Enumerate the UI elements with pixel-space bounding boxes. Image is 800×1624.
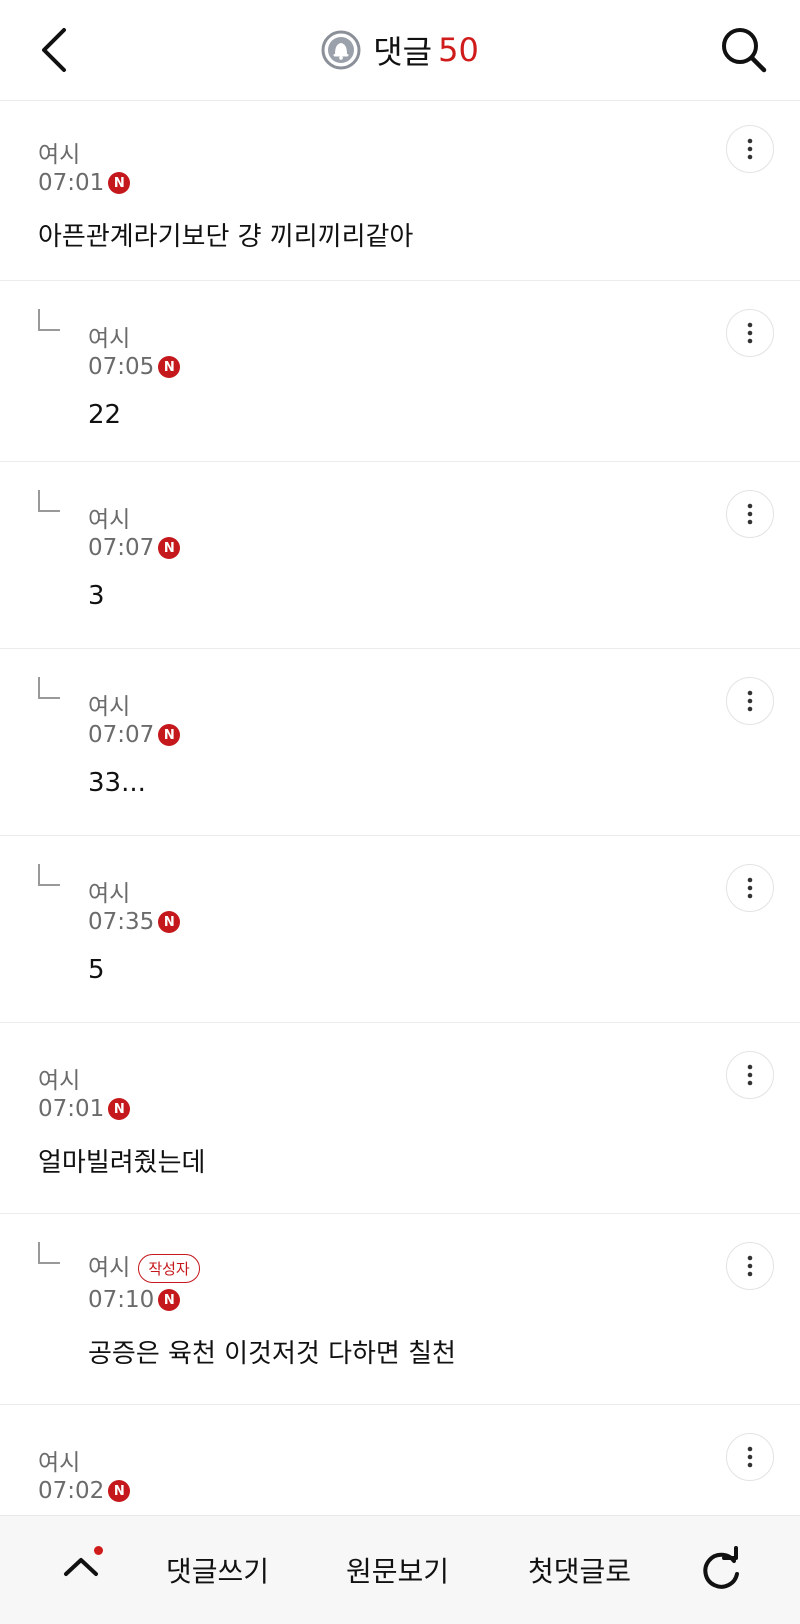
more-options-button[interactable] <box>726 1242 774 1290</box>
first-comment-button[interactable]: 첫댓글로 <box>528 1550 631 1590</box>
more-vertical-icon <box>747 690 753 712</box>
new-badge: N <box>158 537 181 559</box>
comment-time: 07:10 <box>88 1287 155 1313</box>
comment-item: 여시 07:01 N 아픈관계라기보단 걍 끼리끼리같아 <box>0 101 800 281</box>
more-vertical-icon <box>747 322 753 344</box>
reply-indicator-icon <box>38 309 60 331</box>
write-comment-button[interactable]: 댓글쓰기 <box>166 1550 269 1590</box>
notification-dot <box>94 1546 103 1555</box>
reply-item: 여시 작성자 07:10 N 공증은 육천 이것저것 다하면 칠천 <box>0 1214 800 1405</box>
comment-count: 50 <box>438 31 479 69</box>
comment-text: 33... <box>88 768 146 798</box>
bell-icon[interactable] <box>321 30 361 70</box>
comment-text: 아픈관계라기보단 걍 끼리끼리같아 <box>38 222 414 252</box>
comment-time-row: 07:35 N <box>88 909 181 935</box>
reply-indicator-icon <box>38 677 60 699</box>
reply-indicator-icon <box>38 1242 60 1264</box>
more-vertical-icon <box>747 1255 753 1277</box>
comment-time-row: 07:10 N <box>88 1287 181 1313</box>
comment-author: 여시 <box>88 881 131 907</box>
more-options-button[interactable] <box>726 125 774 173</box>
comment-text: 5 <box>88 955 105 985</box>
comment-time-row: 07:02 N <box>38 1478 131 1504</box>
reply-item: 여시 07:07 N 33... <box>0 649 800 836</box>
new-badge: N <box>158 724 181 746</box>
comment-text: 얼마빌려줬는데 <box>38 1148 206 1178</box>
view-original-button[interactable]: 원문보기 <box>346 1550 449 1590</box>
more-options-button[interactable] <box>726 864 774 912</box>
comment-item: 여시 07:02 N <box>0 1405 800 1525</box>
comment-author: 여시 <box>88 326 131 352</box>
reply-item: 여시 07:35 N 5 <box>0 836 800 1023</box>
author-badge: 작성자 <box>138 1254 200 1283</box>
comment-author: 여시 <box>38 142 81 168</box>
comment-time: 07:07 <box>88 722 155 748</box>
refresh-icon[interactable] <box>696 1546 746 1596</box>
comment-author-row: 여시 작성자 <box>88 1248 200 1283</box>
comment-list: 여시 07:01 N 아픈관계라기보단 걍 끼리끼리같아 여시 07:05 N … <box>0 101 800 1525</box>
reply-item: 여시 07:07 N 3 <box>0 462 800 649</box>
more-options-button[interactable] <box>726 490 774 538</box>
comment-time-row: 07:05 N <box>88 354 181 380</box>
comment-text: 22 <box>88 400 122 430</box>
more-options-button[interactable] <box>726 1051 774 1099</box>
more-vertical-icon <box>747 503 753 525</box>
comment-time: 07:01 <box>38 1096 105 1122</box>
new-badge: N <box>108 1480 131 1502</box>
comment-text: 3 <box>88 581 105 611</box>
page-title: 댓글 50 <box>0 26 800 74</box>
bottom-toolbar: 댓글쓰기 원문보기 첫댓글로 <box>0 1515 800 1624</box>
new-badge: N <box>158 1289 181 1311</box>
more-vertical-icon <box>747 138 753 160</box>
comment-time: 07:35 <box>88 909 155 935</box>
more-vertical-icon <box>747 1446 753 1468</box>
more-vertical-icon <box>747 877 753 899</box>
new-badge: N <box>108 1098 131 1120</box>
comment-author: 여시 <box>88 1255 131 1281</box>
search-button[interactable] <box>716 22 772 78</box>
comment-text: 공증은 육천 이것저것 다하면 칠천 <box>88 1339 456 1369</box>
comment-author: 여시 <box>88 507 131 533</box>
more-vertical-icon <box>747 1064 753 1086</box>
reply-indicator-icon <box>38 864 60 886</box>
comment-time: 07:05 <box>88 354 155 380</box>
comment-time: 07:02 <box>38 1478 105 1504</box>
comment-author: 여시 <box>88 694 131 720</box>
comment-time: 07:01 <box>38 170 105 196</box>
top-bar: 댓글 50 <box>0 0 800 101</box>
more-options-button[interactable] <box>726 1433 774 1481</box>
comment-time-row: 07:07 N <box>88 722 181 748</box>
new-badge: N <box>158 356 181 378</box>
comment-time-row: 07:01 N <box>38 1096 131 1122</box>
comment-item: 여시 07:01 N 얼마빌려줬는데 <box>0 1023 800 1214</box>
comment-author: 여시 <box>38 1068 81 1094</box>
reply-item: 여시 07:05 N 22 <box>0 281 800 462</box>
title-label: 댓글 <box>373 33 433 71</box>
comment-author: 여시 <box>38 1450 81 1476</box>
comment-time: 07:07 <box>88 535 155 561</box>
comment-time-row: 07:07 N <box>88 535 181 561</box>
new-badge: N <box>158 911 181 933</box>
more-options-button[interactable] <box>726 677 774 725</box>
more-options-button[interactable] <box>726 309 774 357</box>
new-badge: N <box>108 172 131 194</box>
reply-indicator-icon <box>38 490 60 512</box>
comment-time-row: 07:01 N <box>38 170 131 196</box>
